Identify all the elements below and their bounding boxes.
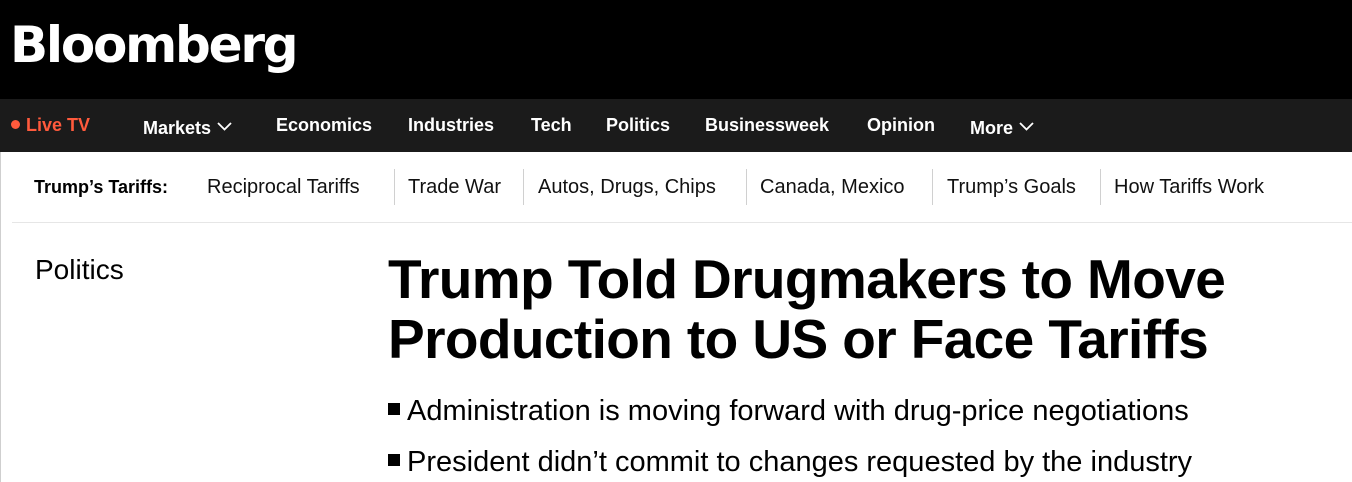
- tariff-divider: [1100, 169, 1101, 205]
- tariff-link-how-tariffs-work[interactable]: How Tariffs Work: [1114, 174, 1264, 200]
- summary-bullet-text: Administration is moving forward with dr…: [407, 395, 1189, 427]
- nav-item-businessweek[interactable]: Businessweek: [705, 99, 829, 152]
- nav-item-label: Markets: [143, 118, 212, 138]
- square-bullet-icon: [388, 454, 400, 466]
- tariff-link-trade-war[interactable]: Trade War: [408, 174, 501, 200]
- section-label[interactable]: Politics: [35, 252, 124, 288]
- summary-bullet: Administration is moving forward with dr…: [388, 391, 1189, 431]
- tariff-link-reciprocal[interactable]: Reciprocal Tariffs: [207, 174, 360, 200]
- live-dot-icon: [11, 120, 20, 129]
- main-nav: Live TV Markets Economics Industries Tec…: [0, 99, 1352, 152]
- nav-item-industries[interactable]: Industries: [408, 99, 494, 152]
- masthead: Bloomberg: [0, 0, 1352, 99]
- nav-live-tv-label: Live TV: [26, 115, 91, 135]
- nav-item-economics[interactable]: Economics: [276, 99, 372, 152]
- tariff-divider: [932, 169, 933, 205]
- article-headline: Trump Told Drugmakers to Move Production…: [388, 248, 1226, 370]
- nav-live-tv[interactable]: Live TV: [11, 99, 90, 152]
- nav-item-politics[interactable]: Politics: [606, 99, 670, 152]
- nav-item-more[interactable]: More: [970, 99, 1034, 152]
- tariff-divider: [746, 169, 747, 205]
- tariff-topic-bar: Trump’s Tariffs: Reciprocal Tariffs Trad…: [12, 152, 1352, 223]
- chevron-down-icon: [217, 99, 232, 152]
- summary-bullet: President didn’t commit to changes reque…: [388, 442, 1192, 482]
- tariff-link-trumps-goals[interactable]: Trump’s Goals: [947, 174, 1076, 200]
- bloomberg-logo[interactable]: Bloomberg: [10, 14, 299, 76]
- tariff-divider: [394, 169, 395, 205]
- nav-item-opinion[interactable]: Opinion: [867, 99, 935, 152]
- tariff-link-canada-mexico[interactable]: Canada, Mexico: [760, 174, 905, 200]
- summary-bullet-text: President didn’t commit to changes reque…: [407, 446, 1193, 478]
- tariff-divider: [523, 169, 524, 205]
- nav-item-label: More: [970, 118, 1014, 138]
- nav-item-tech[interactable]: Tech: [531, 99, 572, 152]
- tariff-bar-label: Trump’s Tariffs:: [34, 177, 169, 197]
- nav-item-markets[interactable]: Markets: [143, 99, 232, 152]
- chevron-down-icon: [1019, 99, 1034, 152]
- square-bullet-icon: [388, 403, 400, 415]
- tariff-link-autos-drugs-chips[interactable]: Autos, Drugs, Chips: [538, 174, 716, 200]
